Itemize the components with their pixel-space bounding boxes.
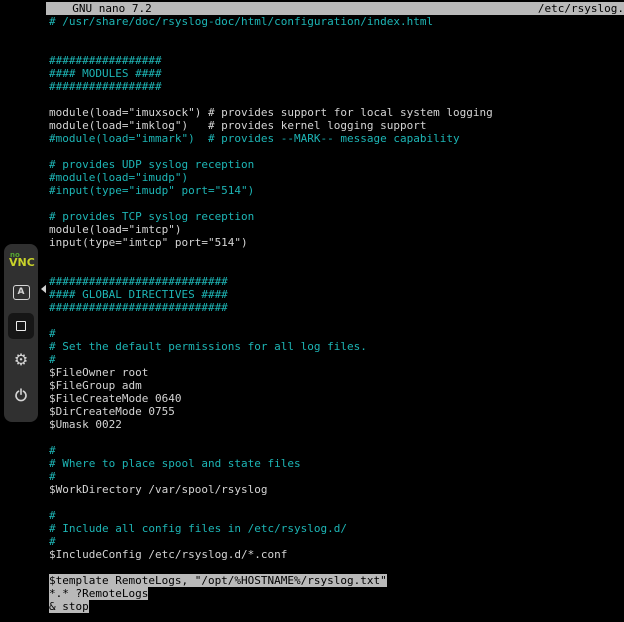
- buffer-line: #################: [49, 54, 624, 67]
- nano-filename: /etc/rsyslog.: [538, 2, 624, 15]
- buffer-line: $FileOwner root: [49, 366, 624, 379]
- fullscreen-button[interactable]: [8, 313, 34, 339]
- buffer-line: # Set the default permissions for all lo…: [49, 340, 624, 353]
- buffer-line: input(type="imtcp" port="514"): [49, 236, 624, 249]
- novnc-logo: no VNC: [9, 251, 33, 267]
- buffer-line: [49, 561, 624, 574]
- buffer-line: $template RemoteLogs, "/opt/%HOSTNAME%/r…: [49, 574, 624, 587]
- buffer-line: [49, 41, 624, 54]
- buffer-line: # Include all config files in /etc/rsysl…: [49, 522, 624, 535]
- buffer-line: ###########################: [49, 275, 624, 288]
- buffer-line: & stop: [49, 600, 624, 613]
- keyboard-button[interactable]: A: [8, 279, 34, 305]
- fullscreen-icon: [16, 321, 26, 331]
- buffer-line: [49, 93, 624, 106]
- buffer-line: module(load="imuxsock") # provides suppo…: [49, 106, 624, 119]
- power-icon: [14, 387, 28, 401]
- nano-titlebar: GNU nano 7.2 /etc/rsyslog.: [46, 2, 624, 15]
- buffer-line: #module(load="immark") # provides --MARK…: [49, 132, 624, 145]
- buffer-line: $FileCreateMode 0640: [49, 392, 624, 405]
- settings-button[interactable]: ⚙: [8, 347, 34, 373]
- buffer-line: #: [49, 353, 624, 366]
- buffer-line: module(load="imklog") # provides kernel …: [49, 119, 624, 132]
- buffer-line: #### MODULES ####: [49, 67, 624, 80]
- buffer-line: # Where to place spool and state files: [49, 457, 624, 470]
- buffer-line: #module(load="imudp"): [49, 171, 624, 184]
- buffer-line: $Umask 0022: [49, 418, 624, 431]
- buffer-line: #: [49, 470, 624, 483]
- buffer-line: $WorkDirectory /var/spool/rsyslog: [49, 483, 624, 496]
- gear-icon: ⚙: [14, 352, 28, 368]
- buffer-line: #: [49, 509, 624, 522]
- buffer-line: [49, 197, 624, 210]
- buffer-line: #################: [49, 80, 624, 93]
- nano-buffer[interactable]: # /usr/share/doc/rsyslog-doc/html/config…: [46, 15, 624, 613]
- nano-version: GNU nano 7.2: [46, 2, 152, 15]
- buffer-line: # /usr/share/doc/rsyslog-doc/html/config…: [49, 15, 624, 28]
- buffer-line: [49, 262, 624, 275]
- buffer-line: $FileGroup adm: [49, 379, 624, 392]
- buffer-line: #: [49, 444, 624, 457]
- buffer-line: #input(type="imudp" port="514"): [49, 184, 624, 197]
- buffer-line: *.* ?RemoteLogs: [49, 587, 624, 600]
- keyboard-icon: A: [13, 285, 30, 300]
- buffer-line: #: [49, 535, 624, 548]
- buffer-line: [49, 249, 624, 262]
- novnc-toolbar: no VNC A ⚙: [4, 244, 38, 422]
- buffer-line: # provides UDP syslog reception: [49, 158, 624, 171]
- buffer-line: [49, 431, 624, 444]
- novnc-logo-vnc: VNC: [9, 259, 33, 267]
- buffer-line: [49, 28, 624, 41]
- buffer-line: #: [49, 327, 624, 340]
- buffer-line: [49, 496, 624, 509]
- buffer-line: $DirCreateMode 0755: [49, 405, 624, 418]
- nano-terminal: GNU nano 7.2 /etc/rsyslog. # /usr/share/…: [46, 2, 624, 622]
- buffer-line: module(load="imtcp"): [49, 223, 624, 236]
- buffer-line: $IncludeConfig /etc/rsyslog.d/*.conf: [49, 548, 624, 561]
- buffer-line: #### GLOBAL DIRECTIVES ####: [49, 288, 624, 301]
- buffer-line: # provides TCP syslog reception: [49, 210, 624, 223]
- buffer-line: [49, 145, 624, 158]
- power-button[interactable]: [8, 381, 34, 407]
- buffer-line: [49, 314, 624, 327]
- buffer-line: ###########################: [49, 301, 624, 314]
